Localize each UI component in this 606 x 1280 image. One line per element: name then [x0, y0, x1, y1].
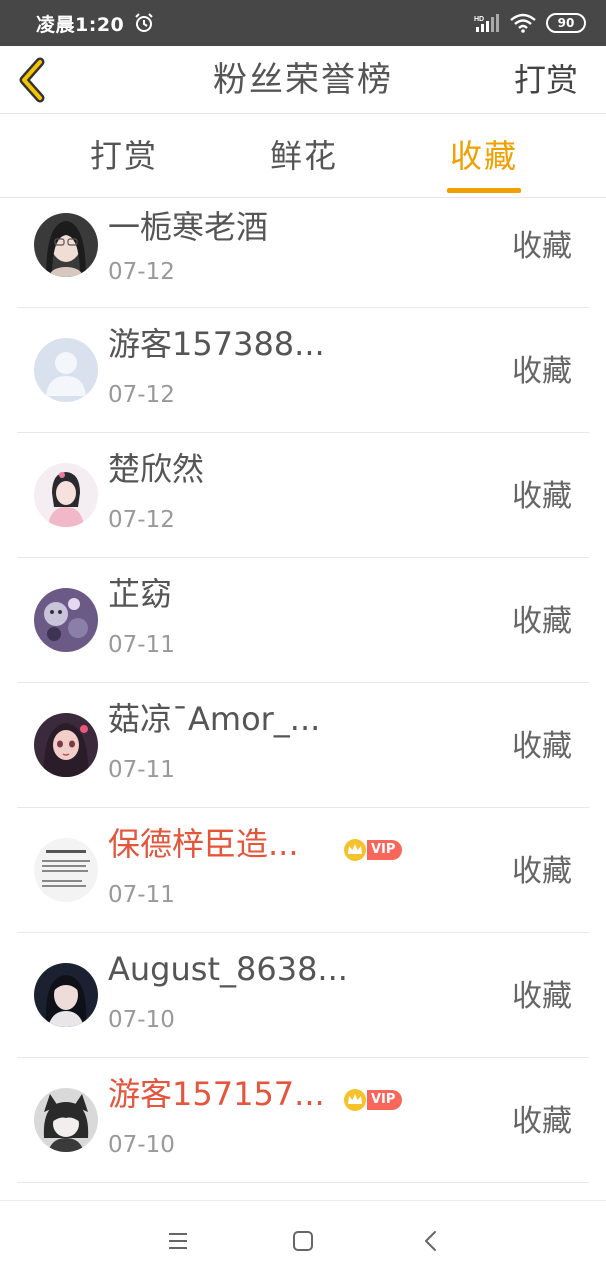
fan-name: 楚欣然: [108, 450, 205, 488]
fan-name: 保德梓臣造...: [108, 825, 299, 863]
alarm-icon: [135, 13, 153, 32]
favorite-action-label: 收藏: [512, 604, 572, 639]
avatar: [34, 463, 98, 527]
favorite-action-label: 收藏: [512, 1104, 572, 1139]
fan-name: August_8638...: [108, 950, 348, 988]
list-item[interactable]: 菇凉¯Amor_... 07-11 收藏: [17, 683, 589, 808]
tab-tip[interactable]: 打赏: [64, 114, 184, 198]
favorite-action-label: 收藏: [512, 729, 572, 764]
avatar: [34, 213, 98, 277]
favorite-action-label: 收藏: [512, 229, 572, 264]
back-triangle-icon[interactable]: [417, 1227, 445, 1255]
fan-date: 07-11: [108, 882, 175, 908]
menu-icon[interactable]: [164, 1227, 192, 1255]
system-nav-bar: [0, 1200, 606, 1280]
favorite-action-label: 收藏: [512, 979, 572, 1014]
status-time: 凌晨1:20: [36, 13, 125, 36]
list-item[interactable]: 一栀寒老酒 07-12 收藏: [17, 199, 589, 308]
app-header: 粉丝荣誉榜 打赏: [0, 46, 606, 114]
fan-name: 游客157388...: [108, 325, 325, 363]
hd-signal-icon: HD: [474, 14, 499, 32]
list-item[interactable]: 芷窈 07-11 收藏: [17, 558, 589, 683]
avatar: [34, 1088, 98, 1152]
fan-list: 一栀寒老酒 07-12 收藏 游客157388... 07-12 收藏 楚欣然 …: [0, 199, 606, 1183]
favorite-action-label: 收藏: [512, 479, 572, 514]
tab-bar: 打赏 鲜花 收藏: [0, 114, 606, 198]
fan-name: 游客157157...: [108, 1075, 325, 1113]
fan-date: 07-12: [108, 507, 175, 533]
active-tab-indicator: [447, 188, 521, 193]
tab-flowers[interactable]: 鲜花: [244, 114, 364, 198]
avatar: [34, 338, 98, 402]
fan-date: 07-12: [108, 259, 175, 285]
header-tip-button[interactable]: 打赏: [514, 56, 578, 104]
wifi-icon: [510, 13, 536, 33]
favorite-action-label: 收藏: [512, 854, 572, 889]
status-bar: 凌晨1:20 HD 90: [0, 0, 606, 46]
list-item[interactable]: 保德梓臣造... VIP 07-11 收藏: [17, 808, 589, 933]
avatar: [34, 963, 98, 1027]
fan-date: 07-11: [108, 632, 175, 658]
fan-date: 07-10: [108, 1132, 175, 1158]
vip-badge: VIP: [343, 1088, 403, 1112]
avatar: [34, 838, 98, 902]
fan-name: 一栀寒老酒: [108, 208, 269, 246]
vip-label: VIP: [367, 840, 403, 860]
list-item[interactable]: 游客157157... VIP 07-10 收藏: [17, 1058, 589, 1183]
status-icons: HD 90: [474, 13, 586, 33]
avatar: [34, 588, 98, 652]
fan-date: 07-12: [108, 382, 175, 408]
avatar: [34, 713, 98, 777]
fan-name: 菇凉¯Amor_...: [108, 700, 321, 738]
list-item[interactable]: 游客157388... 07-12 收藏: [17, 308, 589, 433]
fan-date: 07-11: [108, 757, 175, 783]
list-item[interactable]: August_8638... 07-10 收藏: [17, 933, 589, 1058]
list-item[interactable]: 楚欣然 07-12 收藏: [17, 433, 589, 558]
home-square-icon[interactable]: [289, 1227, 317, 1255]
battery-level: 90: [557, 16, 575, 30]
tab-favorites[interactable]: 收藏: [424, 114, 544, 198]
vip-badge: VIP: [343, 838, 403, 862]
battery-icon: 90: [546, 13, 586, 33]
fan-name: 芷窈: [108, 575, 173, 613]
svg-text:HD: HD: [474, 16, 484, 23]
favorite-action-label: 收藏: [512, 354, 572, 389]
vip-label: VIP: [367, 1090, 403, 1110]
fan-date: 07-10: [108, 1007, 175, 1033]
